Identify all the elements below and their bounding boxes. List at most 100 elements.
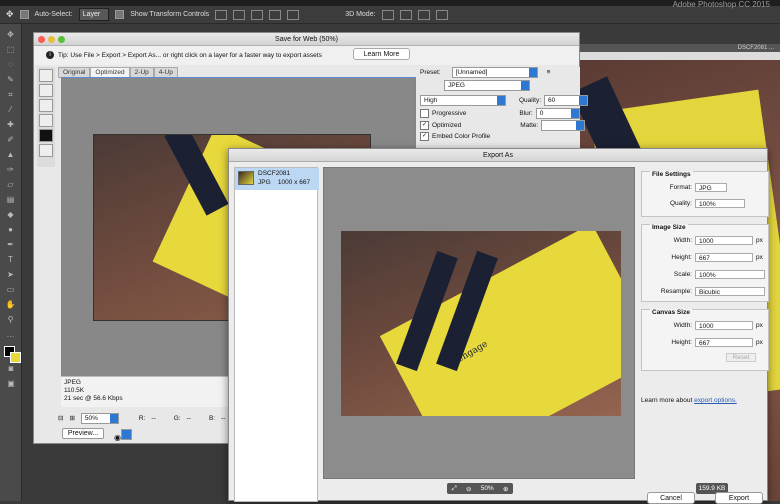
quick-mask-icon[interactable]: ◙ [5,364,17,373]
gradient-tool-icon[interactable]: ▤ [5,195,17,204]
history-brush-icon[interactable]: ✑ [5,165,17,174]
settings-menu-icon[interactable]: ≡ [547,69,551,76]
toggle-slices-icon[interactable] [39,144,53,157]
type-tool-icon[interactable]: T [5,255,17,264]
preset-dropdown[interactable]: [Unnamed] [451,67,538,78]
zoom-window-icon[interactable] [58,36,65,43]
px-unit: px [756,339,763,346]
healing-tool-icon[interactable]: ✚ [5,120,17,129]
eyedropper-color-swatch[interactable] [39,129,53,142]
roll-3d-icon[interactable] [399,9,412,20]
image-width-input[interactable]: 1000 [695,236,753,245]
fit-to-screen-icon[interactable]: ⤢ [452,485,457,493]
zoom-in-icon[interactable]: ⊞ [69,414,74,422]
export-options-link[interactable]: export options. [694,397,737,404]
blur-input[interactable]: 0 [535,108,580,119]
align-icon[interactable] [251,9,264,20]
eyedropper-tool-icon[interactable]: ⁄ [5,105,17,114]
scale-dropdown[interactable]: 100% [695,270,765,279]
asset-format: JPG [258,179,271,186]
resample-dropdown[interactable]: Bicubic [695,287,765,296]
dialog-title: Save for Web (50%) [34,33,579,46]
align-icon[interactable] [215,9,228,20]
auto-select-checkbox[interactable] [19,10,29,19]
reset-button[interactable]: Reset [726,353,756,362]
asset-list: DSCF2081 JPG 1000 x 667 [234,167,319,502]
learn-more-button[interactable]: Learn More [353,48,410,60]
zoom-tool-icon[interactable]: ⚲ [5,315,17,324]
move-tool-icon[interactable]: ✥ [5,30,17,39]
resample-label: Resample: [660,288,692,295]
export-button[interactable]: Export [715,492,763,504]
zoom-tool-icon[interactable] [39,99,53,112]
matte-dropdown[interactable] [541,120,586,131]
path-select-tool-icon[interactable]: ➤ [5,270,17,279]
hand-tool-icon[interactable]: ✋ [5,300,17,309]
quality-input[interactable]: 60 [544,95,589,106]
format-dropdown[interactable]: JPEG [444,80,530,91]
extra-tools-icon[interactable]: … [5,330,17,339]
minimize-window-icon[interactable] [48,36,55,43]
asset-thumbnail [238,171,254,185]
pen-tool-icon[interactable]: ✒ [5,240,17,249]
orbit-3d-icon[interactable] [381,9,394,20]
blur-tool-icon[interactable]: ◆ [5,210,17,219]
pan-3d-icon[interactable] [417,9,430,20]
zoom-dropdown[interactable]: 50% [80,412,119,424]
progressive-checkbox[interactable] [420,109,429,118]
lasso-tool-icon[interactable]: ◌ [5,60,17,69]
export-preview[interactable]: engage 159.9 KB [323,167,728,494]
3d-mode-label: 3D Mode: [345,11,376,18]
stamp-tool-icon[interactable]: ▲ [5,150,17,159]
marquee-tool-icon[interactable]: ⬚ [5,45,17,54]
dodge-tool-icon[interactable]: ● [5,225,17,234]
zoom-out-icon[interactable]: ⊖ [466,485,471,493]
quick-select-tool-icon[interactable]: ✎ [5,75,17,84]
slice-select-tool-icon[interactable] [39,84,53,97]
crop-tool-icon[interactable]: ⌗ [5,90,17,99]
hand-tool-icon[interactable] [39,69,53,82]
distribute-icon[interactable] [269,9,282,20]
browser-dropdown[interactable] [120,429,132,440]
optimized-checkbox[interactable]: ✓ [420,121,429,130]
slide-3d-icon[interactable] [435,9,448,20]
document-tab[interactable]: DSCF2081 ... [580,44,780,52]
blur-label: Blur: [519,110,533,117]
eraser-tool-icon[interactable]: ▱ [5,180,17,189]
preset-label: Preset: [420,69,441,76]
canvas-width-input[interactable]: 1000 [695,321,753,330]
canvas-height-input[interactable]: 667 [695,338,753,347]
image-size-panel: Image Size Width: 1000 px Height: 667 px… [641,224,769,302]
browser-select[interactable]: ◉ [114,429,142,442]
screen-mode-icon[interactable]: ▣ [5,379,17,388]
format-label: Format: [669,184,692,191]
px-unit: px [756,322,763,329]
brush-tool-icon[interactable]: ✐ [5,135,17,144]
format-dropdown[interactable]: JPG [695,183,727,192]
align-icon[interactable] [233,9,246,20]
zoom-in-icon[interactable]: ⊕ [503,485,508,493]
image-height-input[interactable]: 667 [695,253,753,262]
distribute-icon[interactable] [287,9,300,20]
eyedropper-tool-icon[interactable] [39,114,53,127]
auto-select-dropdown[interactable]: Layer [78,8,110,21]
transform-controls-checkbox[interactable] [115,10,125,19]
shape-tool-icon[interactable]: ▭ [5,285,17,294]
zoom-out-icon[interactable]: ⊟ [58,414,63,422]
cancel-button[interactable]: Cancel [647,492,695,504]
optimized-label: Optimized [432,122,462,129]
quality-dropdown[interactable]: 100% [695,199,745,208]
embed-profile-checkbox[interactable]: ✓ [420,132,429,141]
embed-profile-label: Embed Color Profile [432,133,491,140]
quality-level-dropdown[interactable]: High [420,95,506,106]
close-window-icon[interactable] [38,36,45,43]
tools-panel: ✥ ⬚ ◌ ✎ ⌗ ⁄ ✚ ✐ ▲ ✑ ▱ ▤ ◆ ● ✒ T ➤ ▭ ✋ ⚲ … [0,24,22,501]
canvas-size-panel: Canvas Size Width: 1000 px Height: 667 p… [641,309,769,371]
asset-list-item[interactable]: DSCF2081 JPG 1000 x 667 [235,168,319,190]
preview-button[interactable]: Preview... [62,428,104,439]
b-value: -- [221,414,226,422]
options-bar: ✥ Auto-Select: Layer Show Transform Cont… [0,0,780,24]
move-tool-icon[interactable]: ✥ [6,9,14,20]
canvas-width-label: Width: [673,322,692,329]
background-color-swatch[interactable] [10,352,21,363]
